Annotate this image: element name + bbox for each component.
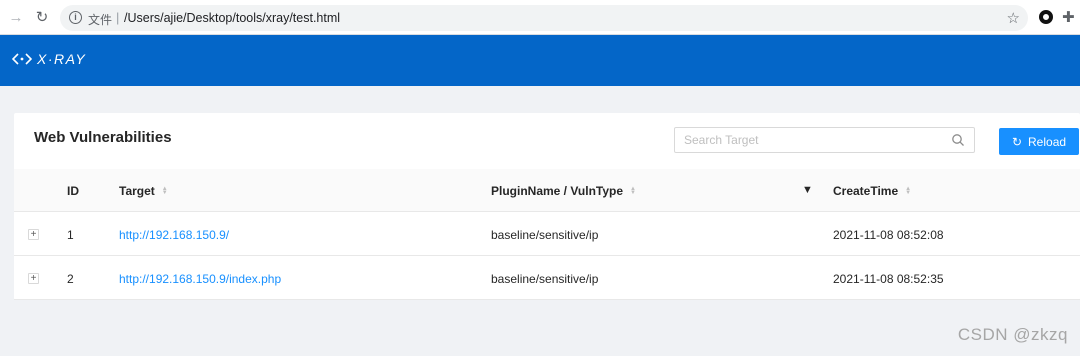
column-header-id-label: ID — [67, 184, 79, 198]
expand-row-icon[interactable]: + — [28, 229, 39, 240]
logo-brackets-icon — [12, 53, 32, 65]
cell-id: 2 — [67, 272, 74, 286]
table-row[interactable]: + 2 http://192.168.150.9/index.php basel… — [14, 257, 1080, 300]
extension-circle-icon[interactable] — [1039, 10, 1053, 24]
cell-target-link[interactable]: http://192.168.150.9/ — [119, 228, 229, 242]
table-row[interactable]: + 1 http://192.168.150.9/ baseline/sensi… — [14, 213, 1080, 256]
reload-button-label: Reload — [1028, 134, 1067, 149]
column-header-createtime-label: CreateTime — [833, 184, 899, 198]
file-label: 文件 — [88, 13, 113, 27]
search-input[interactable] — [675, 128, 935, 152]
table-header: ID Target ▲ ▼ PluginName / VulnType ▲ ▼ ▼ … — [14, 169, 1080, 212]
cell-create-time: 2021-11-08 08:52:08 — [833, 228, 944, 242]
column-header-target-label: Target — [119, 184, 155, 198]
extensions-puzzle-icon[interactable]: ✚ — [1062, 8, 1075, 26]
refresh-icon[interactable]: ↻ — [33, 9, 51, 27]
column-header-id: ID — [67, 184, 79, 198]
sort-icon[interactable]: ▲ ▼ — [162, 186, 168, 196]
sort-icon[interactable]: ▲ ▼ — [630, 186, 636, 196]
cell-create-time: 2021-11-08 08:52:35 — [833, 272, 944, 286]
cell-plugin: baseline/sensitive/ip — [491, 228, 599, 242]
logo-text: X·RAY — [37, 51, 87, 67]
address-bar[interactable]: i 文件 | /Users/ajie/Desktop/tools/xray/te… — [60, 5, 1028, 31]
cell-target-link[interactable]: http://192.168.150.9/index.php — [119, 272, 281, 286]
column-header-target[interactable]: Target ▲ ▼ — [119, 184, 168, 198]
browser-toolbar: → ↻ i 文件 | /Users/ajie/Desktop/tools/xra… — [0, 0, 1080, 35]
filter-icon[interactable]: ▼ — [802, 184, 813, 196]
vulnerabilities-card: Web Vulnerabilities ↻ Reload ID Target ▲… — [14, 113, 1080, 300]
search-box[interactable] — [674, 127, 975, 153]
column-header-plugin-label: PluginName / VulnType — [491, 184, 624, 198]
reload-button[interactable]: ↻ Reload — [999, 128, 1079, 155]
separator: | — [116, 10, 120, 25]
sort-icon[interactable]: ▲ ▼ — [905, 186, 911, 196]
column-header-plugin[interactable]: PluginName / VulnType ▲ ▼ — [491, 184, 636, 198]
xray-logo[interactable]: X·RAY — [12, 51, 86, 67]
back-arrow-icon[interactable]: → — [7, 9, 25, 27]
info-icon[interactable]: i — [69, 11, 82, 24]
bookmark-star-icon[interactable]: ☆ — [1007, 9, 1020, 27]
search-icon[interactable] — [951, 133, 965, 147]
app-header: X·RAY — [0, 35, 1080, 86]
reload-icon: ↻ — [1011, 134, 1023, 149]
url-text[interactable]: /Users/ajie/Desktop/tools/xray/test.html — [124, 11, 340, 25]
column-header-createtime[interactable]: CreateTime ▲ ▼ — [833, 184, 911, 198]
page-title: Web Vulnerabilities — [34, 129, 172, 146]
expand-row-icon[interactable]: + — [28, 273, 39, 284]
watermark: CSDN @zkzq — [957, 325, 1068, 344]
cell-plugin: baseline/sensitive/ip — [491, 272, 599, 286]
cell-id: 1 — [67, 228, 74, 242]
